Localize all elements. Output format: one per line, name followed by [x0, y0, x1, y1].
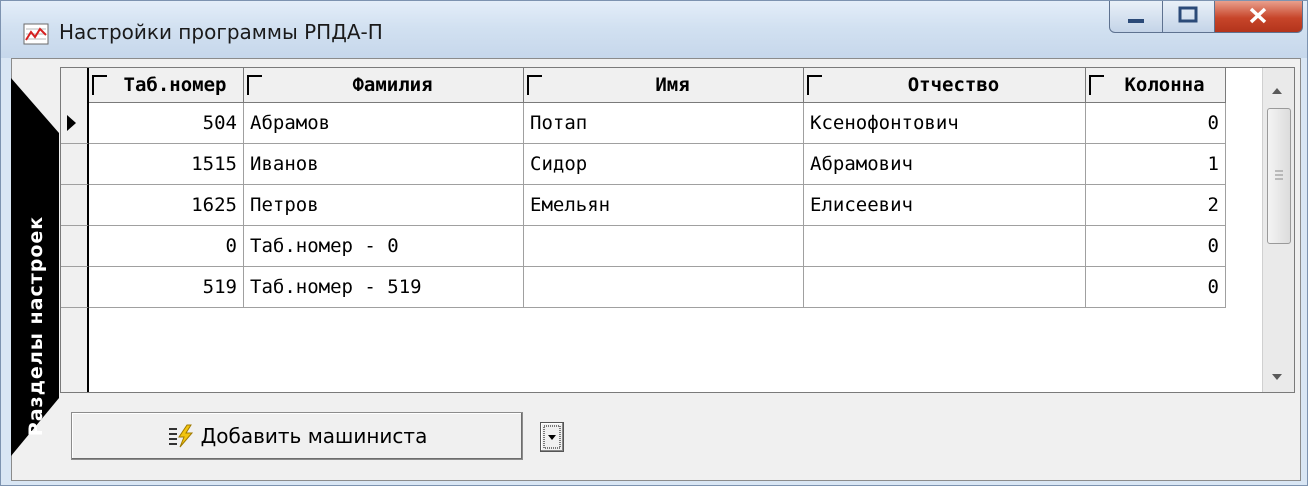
cell-column[interactable]: 0 [1086, 226, 1226, 267]
header-checkbox[interactable] [807, 75, 822, 95]
row-indicator[interactable] [61, 226, 89, 267]
cell-surname[interactable]: Иванов [244, 144, 524, 185]
chart-icon [23, 23, 49, 45]
dropdown-arrow-icon [543, 425, 561, 449]
header-checkbox[interactable] [1089, 75, 1104, 95]
row-indicator[interactable] [61, 144, 89, 185]
cell-patronymic[interactable]: Абрамович [804, 144, 1086, 185]
row-indicator[interactable] [61, 267, 89, 308]
settings-window: Настройки программы РПДА-П Разделы настр… [0, 0, 1308, 486]
cell-name[interactable]: Потап [524, 103, 804, 144]
cell-name[interactable]: Емельян [524, 185, 804, 226]
cell-name[interactable]: Сидор [524, 144, 804, 185]
column-header-label: Фамилия [352, 74, 433, 96]
row-indicator[interactable] [61, 103, 89, 144]
column-header-tab-number[interactable]: Таб.номер [89, 68, 244, 103]
scroll-thumb[interactable] [1267, 108, 1291, 244]
cell-tab-number[interactable]: 504 [89, 103, 244, 144]
lightning-list-icon [168, 424, 193, 448]
add-driver-button[interactable]: Добавить машиниста [71, 412, 523, 460]
vertical-scrollbar[interactable] [1262, 68, 1294, 392]
title-bar[interactable]: Настройки программы РПДА-П [1, 1, 1307, 58]
scroll-up-icon[interactable] [1272, 88, 1282, 94]
cell-name[interactable] [524, 267, 804, 308]
close-button[interactable] [1215, 1, 1303, 33]
cell-patronymic[interactable]: Ксенофонтович [804, 103, 1086, 144]
cell-surname[interactable]: Таб.номер - 519 [244, 267, 524, 308]
current-row-arrow-icon [67, 115, 76, 131]
cell-patronymic[interactable] [804, 226, 1086, 267]
scroll-down-icon[interactable] [1272, 374, 1282, 380]
header-checkbox[interactable] [527, 75, 542, 95]
maximize-button[interactable] [1163, 1, 1215, 33]
cell-surname[interactable]: Абрамов [244, 103, 524, 144]
window-title: Настройки программы РПДА-П [59, 20, 383, 44]
minimize-button[interactable] [1109, 1, 1163, 33]
column-header-label: Таб.номер [123, 74, 227, 96]
header-checkbox[interactable] [92, 75, 107, 95]
cell-patronymic[interactable] [804, 267, 1086, 308]
cell-column[interactable]: 0 [1086, 103, 1226, 144]
minimize-icon [1128, 19, 1144, 23]
column-header-label: Колонна [1124, 74, 1205, 96]
cell-tab-number[interactable]: 519 [89, 267, 244, 308]
cell-column[interactable]: 2 [1086, 185, 1226, 226]
cell-tab-number[interactable]: 0 [89, 226, 244, 267]
add-driver-dropdown-button[interactable] [540, 422, 564, 452]
column-header-column[interactable]: Колонна [1086, 68, 1226, 103]
row-indicator[interactable] [61, 185, 89, 226]
cell-name[interactable] [524, 226, 804, 267]
settings-sections-panel[interactable]: Разделы настроек [11, 58, 59, 481]
drivers-table[interactable]: Таб.номер Фамилия Имя Отчество Колонна 5… [60, 67, 1295, 393]
grip-icon [1275, 170, 1283, 180]
cell-surname[interactable]: Таб.номер - 0 [244, 226, 524, 267]
maximize-icon [1178, 6, 1198, 23]
add-driver-label: Добавить машиниста [200, 424, 428, 448]
cell-column[interactable]: 1 [1086, 144, 1226, 185]
column-header-name[interactable]: Имя [524, 68, 804, 103]
close-icon [1249, 7, 1267, 24]
cell-column[interactable]: 0 [1086, 267, 1226, 308]
column-header-surname[interactable]: Фамилия [244, 68, 524, 103]
header-checkbox[interactable] [247, 75, 262, 95]
cell-tab-number[interactable]: 1515 [89, 144, 244, 185]
sidebar-label: Разделы настроек [25, 215, 47, 437]
column-header-label: Имя [655, 74, 690, 96]
column-header-patronymic[interactable]: Отчество [804, 68, 1086, 103]
column-header-label: Отчество [907, 74, 1000, 96]
cell-surname[interactable]: Петров [244, 185, 524, 226]
cell-patronymic[interactable]: Елисеевич [804, 185, 1086, 226]
cell-tab-number[interactable]: 1625 [89, 185, 244, 226]
